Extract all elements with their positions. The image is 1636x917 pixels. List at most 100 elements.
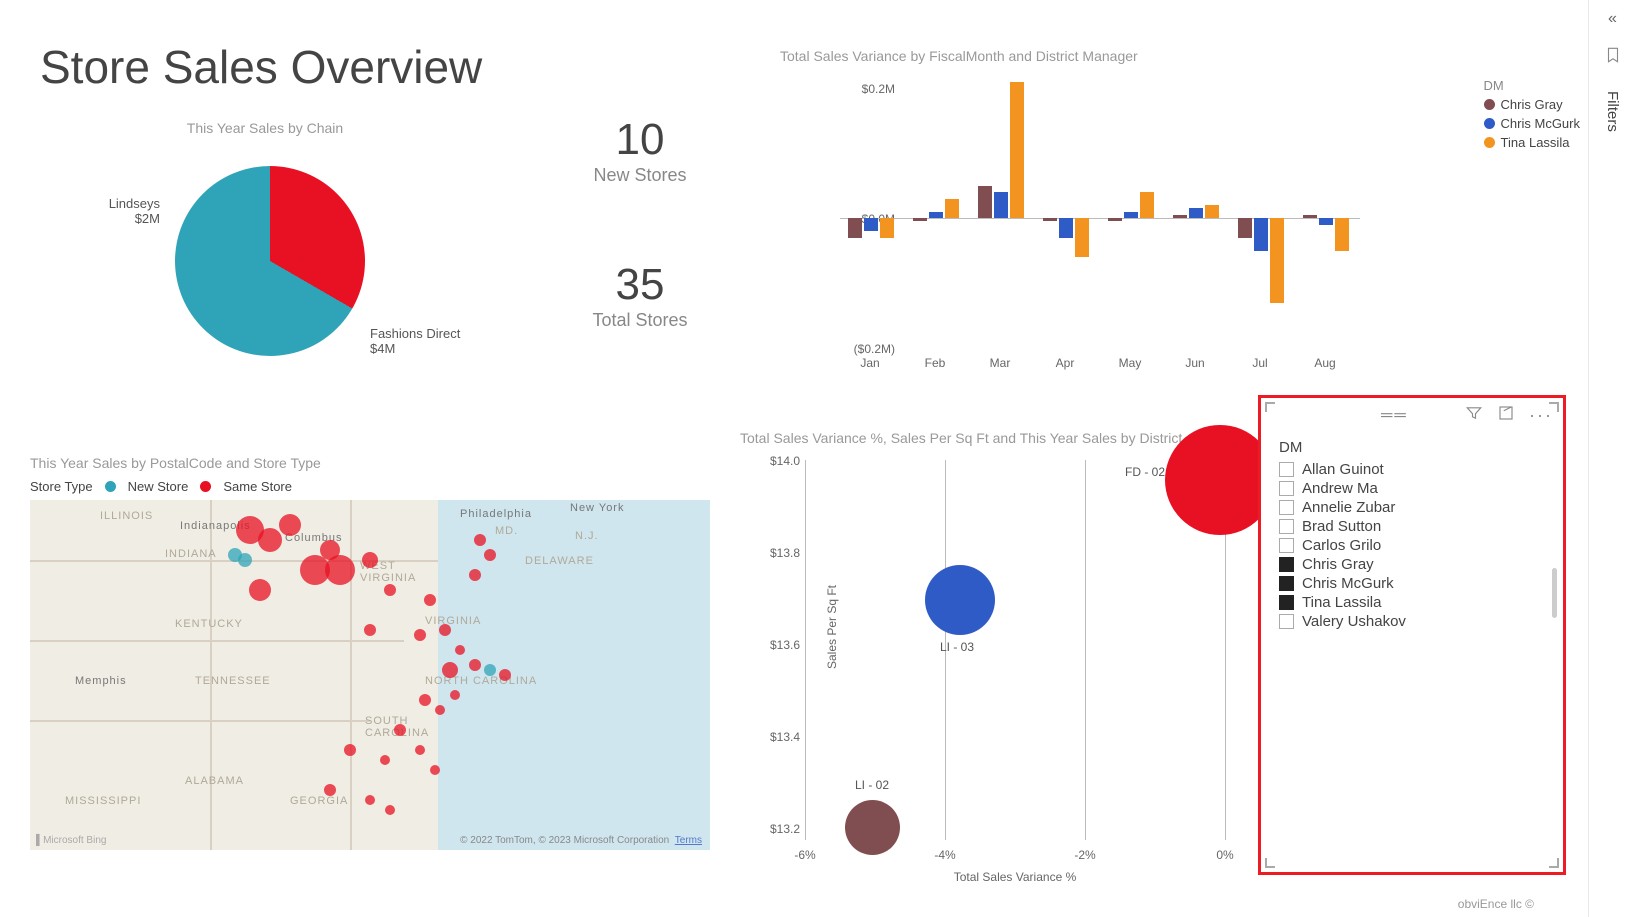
kpi-new-stores[interactable]: 10 New Stores: [560, 115, 720, 186]
map-bubble[interactable]: [344, 744, 356, 756]
bar[interactable]: [1124, 212, 1138, 219]
map-bubble[interactable]: [484, 664, 496, 676]
map-bubble[interactable]: [455, 645, 465, 655]
checkbox[interactable]: [1279, 538, 1294, 553]
slicer-item[interactable]: Valery Ushakov: [1279, 612, 1545, 631]
map-bubble[interactable]: [474, 534, 486, 546]
collapse-pane-icon[interactable]: «: [1608, 10, 1617, 28]
bar[interactable]: [864, 218, 878, 231]
slicer-item[interactable]: Tina Lassila: [1279, 593, 1545, 612]
variance-bar-chart[interactable]: Total Sales Variance by FiscalMonth and …: [780, 48, 1420, 358]
map-bubble[interactable]: [469, 659, 481, 671]
bar[interactable]: [913, 218, 927, 221]
map-terms-link[interactable]: Terms: [675, 835, 702, 846]
bar-xlabel: Feb: [905, 356, 965, 370]
map-visual[interactable]: This Year Sales by PostalCode and Store …: [30, 455, 710, 875]
resize-handle[interactable]: [1549, 402, 1559, 412]
slicer-item[interactable]: Carlos Grilo: [1279, 536, 1545, 555]
map-bubble[interactable]: [365, 795, 375, 805]
slicer-item[interactable]: Chris McGurk: [1279, 574, 1545, 593]
bar[interactable]: [1043, 218, 1057, 221]
legend-item-gray[interactable]: Chris Gray: [1484, 97, 1580, 112]
focus-mode-icon[interactable]: [1497, 404, 1515, 427]
slicer-item[interactable]: Allan Guinot: [1279, 460, 1545, 479]
map-bubble[interactable]: [380, 755, 390, 765]
bookmark-icon[interactable]: [1604, 46, 1622, 69]
drag-handle-icon[interactable]: ══: [1381, 407, 1408, 425]
map-bubble[interactable]: [394, 724, 406, 736]
checkbox[interactable]: [1279, 576, 1294, 591]
map-bubble[interactable]: [415, 745, 425, 755]
map-bubble[interactable]: [442, 662, 458, 678]
bubble-li03[interactable]: [925, 565, 995, 635]
slicer-item[interactable]: Chris Gray: [1279, 555, 1545, 574]
map-bubble[interactable]: [238, 553, 252, 567]
map-bubble[interactable]: [435, 705, 445, 715]
legend-item-lassila[interactable]: Tina Lassila: [1484, 135, 1580, 150]
map-bubble[interactable]: [414, 629, 426, 641]
bar[interactable]: [1059, 218, 1073, 238]
bar[interactable]: [1335, 218, 1349, 251]
kpi-total-stores[interactable]: 35 Total Stores: [560, 260, 720, 331]
slicer-item[interactable]: Annelie Zubar: [1279, 498, 1545, 517]
checkbox[interactable]: [1279, 519, 1294, 534]
resize-handle[interactable]: [1265, 858, 1275, 868]
map-bubble[interactable]: [279, 514, 301, 536]
checkbox[interactable]: [1279, 614, 1294, 629]
bar[interactable]: [1108, 218, 1122, 221]
resize-handle[interactable]: [1549, 858, 1559, 868]
bar-xlabel: Jun: [1165, 356, 1225, 370]
bar[interactable]: [1075, 218, 1089, 257]
bar[interactable]: [1238, 218, 1252, 238]
filters-pane-label[interactable]: Filters: [1604, 91, 1621, 132]
map-canvas[interactable]: ILLINOIS Indianapolis INDIANA Columbus W…: [30, 500, 710, 850]
map-bubble[interactable]: [384, 584, 396, 596]
map-bubble[interactable]: [419, 694, 431, 706]
bar[interactable]: [994, 192, 1008, 218]
slicer-item[interactable]: Andrew Ma: [1279, 479, 1545, 498]
map-bubble[interactable]: [258, 528, 282, 552]
map-bubble[interactable]: [324, 784, 336, 796]
map-bubble[interactable]: [364, 624, 376, 636]
bar[interactable]: [848, 218, 862, 238]
checkbox[interactable]: [1279, 462, 1294, 477]
map-bubble[interactable]: [469, 569, 481, 581]
map-bubble[interactable]: [499, 669, 511, 681]
map-bubble[interactable]: [450, 690, 460, 700]
slicer-item[interactable]: Brad Sutton: [1279, 517, 1545, 536]
map-bubble[interactable]: [439, 624, 451, 636]
bar[interactable]: [1254, 218, 1268, 251]
bar[interactable]: [1010, 82, 1024, 219]
map-bubble[interactable]: [424, 594, 436, 606]
map-bubble[interactable]: [385, 805, 395, 815]
bubble-li02[interactable]: [845, 800, 900, 855]
bar[interactable]: [880, 218, 894, 238]
bar[interactable]: [1319, 218, 1333, 225]
scatter-chart[interactable]: Total Sales Variance %, Sales Per Sq Ft …: [740, 430, 1240, 870]
bar[interactable]: [1173, 215, 1187, 218]
bar[interactable]: [1303, 215, 1317, 218]
resize-handle[interactable]: [1265, 402, 1275, 412]
bar[interactable]: [1205, 205, 1219, 218]
bar[interactable]: [1140, 192, 1154, 218]
map-bubble[interactable]: [362, 552, 378, 568]
map-bubble[interactable]: [484, 549, 496, 561]
map-bubble[interactable]: [320, 540, 340, 560]
bar[interactable]: [978, 186, 992, 219]
pie-chart[interactable]: This Year Sales by Chain Lindseys$2M Fas…: [40, 120, 490, 386]
bar[interactable]: [1270, 218, 1284, 303]
bar[interactable]: [1189, 208, 1203, 218]
bar[interactable]: [945, 199, 959, 219]
map-bubble[interactable]: [430, 765, 440, 775]
bar[interactable]: [929, 212, 943, 219]
map-bubble[interactable]: [249, 579, 271, 601]
legend-item-mcgurk[interactable]: Chris McGurk: [1484, 116, 1580, 131]
checkbox[interactable]: [1279, 500, 1294, 515]
checkbox[interactable]: [1279, 557, 1294, 572]
scrollbar-thumb[interactable]: [1552, 568, 1557, 618]
dm-slicer[interactable]: ══ ··· DM Allan GuinotAndrew MaAnnelie Z…: [1258, 395, 1566, 875]
checkbox[interactable]: [1279, 481, 1294, 496]
filter-icon[interactable]: [1465, 404, 1483, 427]
state-label: TENNESSEE: [195, 675, 271, 687]
checkbox[interactable]: [1279, 595, 1294, 610]
